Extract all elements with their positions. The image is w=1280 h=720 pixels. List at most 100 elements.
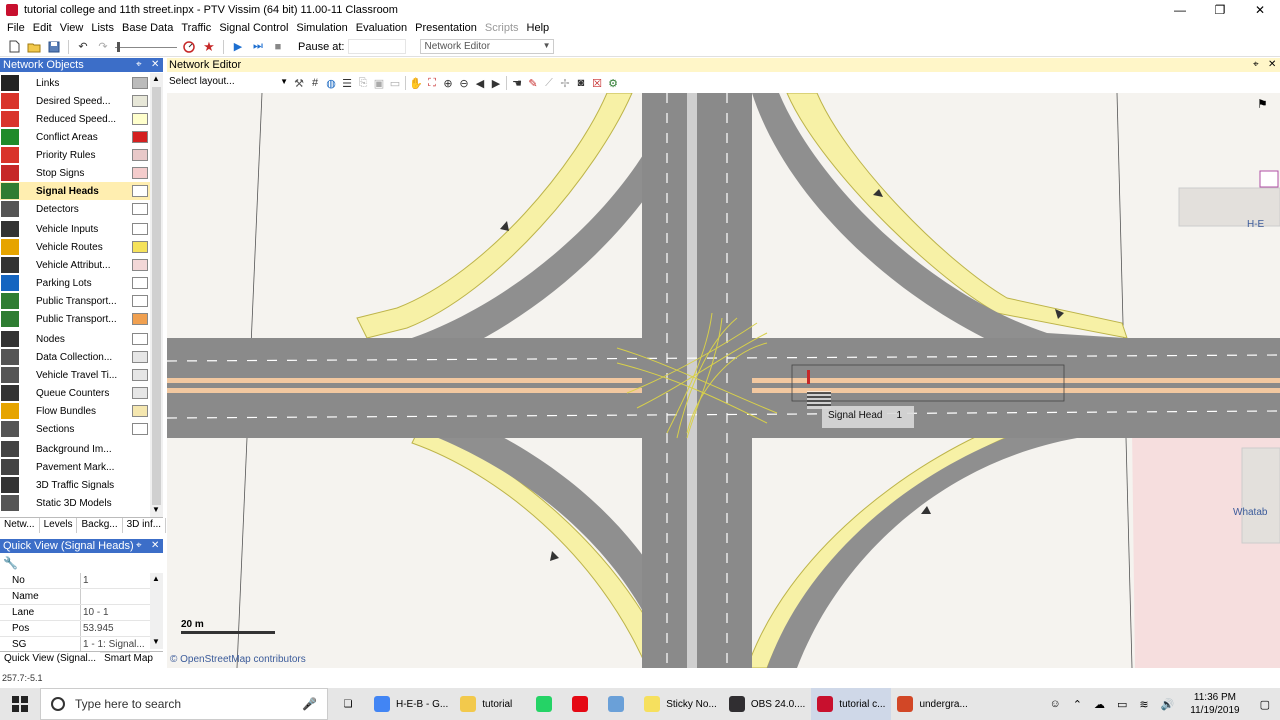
menu-file[interactable]: File: [3, 22, 29, 34]
object-color-swatch[interactable]: [132, 423, 148, 435]
tab-network-objects[interactable]: Netw...: [0, 518, 40, 533]
attribute-value[interactable]: 10 - 1: [81, 605, 109, 620]
object-color-swatch[interactable]: [132, 77, 148, 89]
battery-icon[interactable]: ▭: [1111, 698, 1133, 711]
object-color-swatch[interactable]: [132, 113, 148, 125]
stop-signs-icon[interactable]: [1, 165, 19, 181]
network-object-row[interactable]: Vehicle Inputs: [0, 220, 150, 238]
vehicle-attributes-icon[interactable]: [1, 257, 19, 273]
measure-icon[interactable]: ⟋: [541, 75, 557, 91]
network-object-row[interactable]: Vehicle Travel Ti...: [0, 366, 150, 384]
network-objects-scrollbar[interactable]: ▲ ▼: [150, 73, 163, 517]
object-color-swatch[interactable]: [132, 223, 148, 235]
minimize-button[interactable]: —: [1160, 0, 1200, 20]
network-object-row[interactable]: Queue Counters: [0, 384, 150, 402]
detectors-icon[interactable]: [1, 201, 19, 217]
scroll-down-icon[interactable]: ▼: [152, 637, 160, 646]
object-color-swatch[interactable]: [132, 277, 148, 289]
network-object-row[interactable]: Vehicle Attribut...: [0, 256, 150, 274]
new-file-icon[interactable]: [6, 39, 22, 55]
network-object-label[interactable]: Vehicle Inputs: [36, 224, 132, 235]
menu-base-data[interactable]: Base Data: [118, 22, 177, 34]
network-object-label[interactable]: Desired Speed...: [36, 96, 132, 107]
desired-speed-icon[interactable]: [1, 93, 19, 109]
menu-simulation[interactable]: Simulation: [292, 22, 351, 34]
object-color-swatch[interactable]: [132, 351, 148, 363]
vehicle-routes-icon[interactable]: [1, 239, 19, 255]
network-object-row[interactable]: Desired Speed...: [0, 92, 150, 110]
object-color-swatch[interactable]: [132, 95, 148, 107]
save-icon[interactable]: [46, 39, 62, 55]
layout-tools-icon[interactable]: ⚒: [291, 75, 307, 91]
object-color-swatch[interactable]: [132, 167, 148, 179]
network-object-row[interactable]: Nodes: [0, 330, 150, 348]
clock[interactable]: 11:36 PM 11/19/2019: [1180, 691, 1249, 717]
links-icon[interactable]: [1, 75, 19, 91]
wrench-icon[interactable]: 🔧: [3, 556, 18, 570]
taskbar-app[interactable]: H-E-B - G...: [368, 688, 454, 720]
vehicle-inputs-icon[interactable]: [1, 221, 19, 237]
tab-smart-map[interactable]: Smart Map: [100, 652, 157, 667]
network-object-label[interactable]: Links: [36, 78, 132, 89]
step-forward-icon[interactable]: ⏭: [250, 39, 266, 55]
object-color-swatch[interactable]: [132, 333, 148, 345]
menu-traffic[interactable]: Traffic: [177, 22, 215, 34]
network-object-row[interactable]: Public Transport...: [0, 310, 150, 328]
maximize-button[interactable]: ❐: [1200, 0, 1240, 20]
object-color-swatch[interactable]: [132, 405, 148, 417]
wifi-icon[interactable]: ≋: [1133, 698, 1154, 711]
select-hand-icon[interactable]: ☚: [509, 75, 525, 91]
taskbar-app[interactable]: OBS 24.0....: [723, 688, 811, 720]
network-object-label[interactable]: Stop Signs: [36, 168, 132, 179]
windows-start-icon[interactable]: [0, 688, 40, 720]
paste-icon[interactable]: ▣: [371, 75, 387, 91]
public-transport-stops-icon[interactable]: [1, 293, 19, 309]
osm-credit-link[interactable]: © OpenStreetMap contributors: [170, 654, 306, 665]
network-object-label[interactable]: Detectors: [36, 204, 132, 215]
network-object-label[interactable]: Flow Bundles: [36, 406, 132, 417]
data-collection-icon[interactable]: [1, 349, 19, 365]
network-object-row[interactable]: Conflict Areas: [0, 128, 150, 146]
notifications-icon[interactable]: ▢: [1250, 698, 1280, 711]
static-3d-models-icon[interactable]: [1, 495, 19, 511]
object-color-swatch[interactable]: [132, 295, 148, 307]
signal-head-marker[interactable]: [807, 370, 810, 384]
taskbar-app[interactable]: tutorial: [454, 688, 530, 720]
network-object-label[interactable]: Priority Rules: [36, 150, 132, 161]
zoom-out-icon[interactable]: ⊖: [456, 75, 472, 91]
background-images-icon[interactable]: [1, 441, 19, 457]
network-object-label[interactable]: Vehicle Travel Ti...: [36, 370, 132, 381]
network-object-label[interactable]: Conflict Areas: [36, 132, 132, 143]
attribute-value[interactable]: 53.945: [81, 621, 114, 636]
edit-pen-icon[interactable]: ✎: [525, 75, 541, 91]
network-object-label[interactable]: Pavement Mark...: [36, 462, 150, 473]
taskbar-app[interactable]: Sticky No...: [638, 688, 723, 720]
signal-heads-icon[interactable]: [1, 183, 19, 199]
network-object-row[interactable]: Sections: [0, 420, 150, 438]
simulation-speed-icon[interactable]: [181, 39, 197, 55]
object-color-swatch[interactable]: [132, 259, 148, 271]
list-icon[interactable]: ☰: [339, 75, 355, 91]
back-arrow-icon[interactable]: ◀: [472, 75, 488, 91]
flow-bundles-icon[interactable]: [1, 403, 19, 419]
globe-icon[interactable]: ◍: [323, 75, 339, 91]
object-color-swatch[interactable]: [132, 131, 148, 143]
tab-levels[interactable]: Levels: [40, 518, 78, 533]
attribute-value[interactable]: 1: [81, 573, 89, 588]
scrollbar-thumb[interactable]: [152, 87, 161, 505]
network-object-row[interactable]: Links: [0, 74, 150, 92]
network-object-row[interactable]: Priority Rules: [0, 146, 150, 164]
object-color-swatch[interactable]: [132, 241, 148, 253]
network-object-row[interactable]: Public Transport...: [0, 292, 150, 310]
tab-3d-information[interactable]: 3D inf...: [123, 518, 167, 533]
taskbar-app[interactable]: tutorial c...: [811, 688, 892, 720]
network-object-row[interactable]: Pavement Mark...: [0, 458, 150, 476]
network-object-label[interactable]: Vehicle Routes: [36, 242, 132, 253]
microphone-icon[interactable]: 🎤: [302, 697, 317, 711]
network-object-label[interactable]: Public Transport...: [36, 296, 132, 307]
simulation-speed-slider[interactable]: [115, 41, 177, 52]
layout-select[interactable]: Select layout... ▼: [167, 75, 291, 91]
network-object-row[interactable]: Detectors: [0, 200, 150, 218]
task-view-icon[interactable]: ❏: [328, 688, 368, 720]
conflict-areas-icon[interactable]: [1, 129, 19, 145]
